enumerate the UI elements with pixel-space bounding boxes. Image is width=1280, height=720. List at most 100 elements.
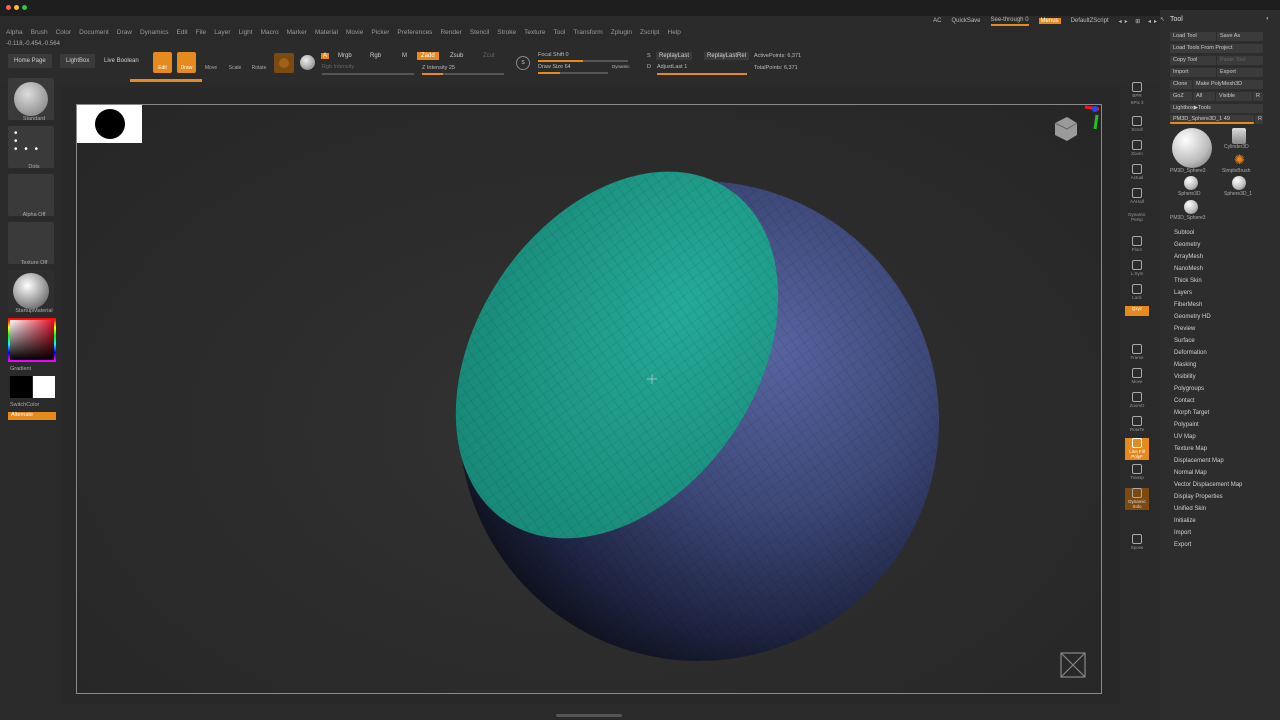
- subpalette-item[interactable]: ArrayMesh: [1174, 254, 1203, 260]
- rotate-button[interactable]: Rotate: [251, 52, 267, 72]
- floor-grid-icon[interactable]: [1060, 652, 1086, 678]
- menu-item[interactable]: Dynamics: [140, 29, 169, 39]
- goz-all-button[interactable]: All: [1193, 92, 1215, 101]
- menu-item[interactable]: Movie: [346, 29, 363, 39]
- load-tool-button[interactable]: Load Tool: [1170, 32, 1216, 41]
- texture-slot[interactable]: [8, 222, 54, 264]
- stroke-icon[interactable]: S: [516, 56, 530, 70]
- mrgb-button[interactable]: Mrgb: [338, 53, 352, 59]
- menu-item[interactable]: Edit: [177, 29, 188, 39]
- floor-button[interactable]: Floor: [1125, 236, 1149, 256]
- replaylastrel-button[interactable]: ReplayLastRel: [704, 52, 750, 60]
- live-boolean-button[interactable]: Live Boolean: [104, 58, 139, 64]
- subpalette-item[interactable]: Surface: [1174, 338, 1195, 344]
- menu-item[interactable]: Material: [315, 29, 338, 39]
- current-tool-slider[interactable]: PM3D_Sphere3D_1 49: [1170, 115, 1254, 124]
- palette-collapse-icon[interactable]: ↖: [1160, 16, 1165, 23]
- aahalf-button[interactable]: AAHalf: [1125, 188, 1149, 208]
- home-page-button[interactable]: Home Page: [8, 54, 52, 68]
- menu-item[interactable]: Draw: [117, 29, 132, 39]
- subpalette-item[interactable]: FiberMesh: [1174, 302, 1202, 308]
- subpalette-item[interactable]: Geometry HD: [1174, 314, 1211, 320]
- orientation-gizmo-icon[interactable]: [1054, 105, 1100, 141]
- color-picker[interactable]: [8, 318, 56, 362]
- solo-button[interactable]: Dynamic Solo: [1125, 488, 1149, 510]
- pm3d-sphere-small-thumb[interactable]: [1184, 200, 1198, 214]
- material-slot[interactable]: [8, 270, 54, 312]
- subpalette-item[interactable]: Deformation: [1174, 350, 1207, 356]
- zsub-button[interactable]: Zsub: [450, 53, 463, 59]
- load-tools-from-project-button[interactable]: Load Tools From Project: [1170, 44, 1263, 53]
- menu-item[interactable]: Stroke: [497, 29, 516, 39]
- zoom-button[interactable]: Zoom: [1125, 140, 1149, 160]
- move-button[interactable]: Move: [203, 52, 219, 72]
- layout-icons[interactable]: ◂▸ ⊞ ◂▸: [1119, 18, 1160, 25]
- menu-item[interactable]: Picker: [371, 29, 389, 39]
- xyz-button[interactable]: Qxyz: [1125, 306, 1149, 316]
- menu-item[interactable]: Brush: [31, 29, 48, 39]
- menu-item[interactable]: Color: [56, 29, 72, 39]
- zadd-button[interactable]: Zadd: [417, 52, 439, 60]
- menu-item[interactable]: Zscript: [640, 29, 660, 39]
- ac-toggle[interactable]: AC: [933, 18, 941, 24]
- draw-button[interactable]: Draw: [177, 52, 196, 73]
- palette-dock-icon[interactable]: ◐: [1266, 16, 1270, 22]
- subpalette-item[interactable]: Texture Map: [1174, 446, 1207, 452]
- subpalette-item[interactable]: NanoMesh: [1174, 266, 1203, 272]
- subpalette-item[interactable]: Morph Target: [1174, 410, 1209, 416]
- transp-button[interactable]: Transp: [1125, 464, 1149, 484]
- menu-item[interactable]: Layer: [214, 29, 230, 39]
- subpalette-item[interactable]: Geometry: [1174, 242, 1200, 248]
- simplebrush-thumb[interactable]: ✺: [1234, 152, 1245, 168]
- subpalette-item[interactable]: Normal Map: [1174, 470, 1207, 476]
- close-window-icon[interactable]: [6, 5, 11, 10]
- goz-button[interactable]: GoZ: [1170, 92, 1192, 101]
- subpalette-item[interactable]: Subtool: [1174, 230, 1194, 236]
- viewport-frame[interactable]: [76, 104, 1102, 694]
- secondary-color-swatch[interactable]: [10, 376, 32, 398]
- rotate-view-button[interactable]: RotaTe: [1125, 416, 1149, 436]
- subpalette-item[interactable]: UV Map: [1174, 434, 1196, 440]
- subpalette-item[interactable]: Displacement Map: [1174, 458, 1224, 464]
- minimize-window-icon[interactable]: [14, 5, 19, 10]
- subpalette-item[interactable]: Contact: [1174, 398, 1195, 404]
- rgb-button[interactable]: Rgb: [370, 53, 381, 59]
- menu-item[interactable]: Preferences: [397, 29, 432, 39]
- menu-item[interactable]: Marker: [287, 29, 307, 39]
- stroke-dots-slot[interactable]: • • • • •: [8, 126, 54, 168]
- menu-item[interactable]: File: [196, 29, 206, 39]
- menu-item[interactable]: Stencil: [470, 29, 490, 39]
- subpalette-item[interactable]: Unified Skin: [1174, 506, 1206, 512]
- subpalette-item[interactable]: Layers: [1174, 290, 1192, 296]
- polyframe-button[interactable]: Line Fill PolyF: [1125, 438, 1149, 460]
- move-view-button[interactable]: Move: [1125, 368, 1149, 388]
- subpalette-item[interactable]: Display Properties: [1174, 494, 1223, 500]
- scroll-button[interactable]: Scroll: [1125, 116, 1149, 136]
- primary-color-swatch[interactable]: [33, 376, 55, 398]
- persp-button[interactable]: Dynamic Persp: [1125, 212, 1149, 232]
- subpalette-item[interactable]: Initialize: [1174, 518, 1196, 524]
- menu-item[interactable]: Render: [440, 29, 461, 39]
- menus-toggle[interactable]: Menus: [1038, 18, 1061, 24]
- make-polymesh-button[interactable]: Make PolyMesh3D: [1193, 80, 1263, 89]
- bottom-tray-handle[interactable]: [556, 714, 622, 717]
- current-tool-r-button[interactable]: R: [1255, 115, 1263, 124]
- menu-item[interactable]: Tool: [553, 29, 565, 39]
- xpose-button[interactable]: Xpose: [1125, 534, 1149, 554]
- subpalette-item[interactable]: Masking: [1174, 362, 1196, 368]
- z-intensity-track[interactable]: [422, 73, 504, 75]
- z-intensity-slider[interactable]: Z Intensity 25: [422, 65, 455, 71]
- subpalette-item[interactable]: Vector Displacement Map: [1174, 482, 1242, 488]
- lock-button[interactable]: Lock: [1125, 284, 1149, 304]
- menu-item[interactable]: Alpha: [6, 29, 23, 39]
- seethrough-slider[interactable]: See-through 0: [990, 17, 1029, 26]
- menu-item[interactable]: Zplugin: [611, 29, 632, 39]
- menu-item[interactable]: Texture: [524, 29, 545, 39]
- goz-r-button[interactable]: R: [1253, 92, 1263, 101]
- frame-button[interactable]: Frame: [1125, 344, 1149, 364]
- menu-item[interactable]: Transform: [573, 29, 602, 39]
- default-zscript-button[interactable]: DefaultZScript: [1071, 18, 1109, 24]
- material-sphere-icon[interactable]: [300, 55, 315, 70]
- cylinder-thumb[interactable]: [1232, 128, 1246, 144]
- alpha-slot[interactable]: [8, 174, 54, 216]
